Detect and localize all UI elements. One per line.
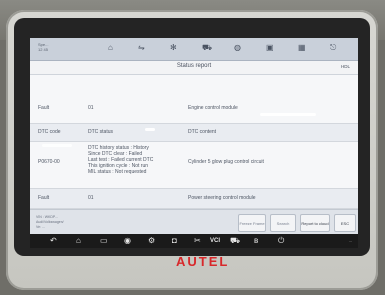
print-icon[interactable]: ▣ — [266, 43, 274, 53]
row-description: Power steering control module — [188, 195, 256, 201]
home-icon[interactable]: ⌂ — [76, 236, 81, 246]
bluetooth-icon: ʙ — [254, 236, 259, 245]
vci-indicator: VCI — [210, 238, 221, 244]
back-icon[interactable]: ↶ — [50, 236, 57, 246]
page-title: Status report — [176, 63, 212, 69]
row-label: Fault — [38, 105, 50, 111]
report-titlebar: Status report HDL — [30, 61, 358, 75]
search-button[interactable]: Search — [270, 214, 296, 232]
row-value: 01 — [88, 195, 94, 201]
home-icon[interactable]: ⌂ — [108, 43, 113, 53]
screenshot-icon[interactable]: ✂ — [194, 236, 201, 246]
exit-icon[interactable]: ⎋ — [330, 43, 336, 53]
vehicle-info-line: Audi/Volkswagen/ — [36, 220, 64, 224]
app-screen: Spe... 12 45 ⌂ ⇋ ✻ ⛟ ◍ ▣ ▦ ⎋ Status repo… — [30, 38, 358, 234]
screen-glare — [260, 113, 316, 116]
row-value: 01 — [88, 105, 94, 111]
android-nav-bar: ↶ ⌂ ▭ ◉ ⚙ ◘ ✂ VCI ⛟ ʙ ⏻ ... — [30, 234, 358, 248]
column-header: DTC content — [188, 129, 217, 135]
dtc-code: P0670-00 — [38, 159, 60, 165]
zoom-indicator[interactable]: HDL — [341, 64, 350, 69]
car-connection-icon: ⛟ — [230, 236, 241, 245]
screen-glare — [42, 144, 72, 147]
vehicle-info-line: Ve: ... — [36, 225, 45, 229]
dtc-status: DTC history status : History Since DTC c… — [88, 145, 154, 175]
table-header-row: DTC code DTC status DTC content — [30, 124, 358, 142]
table-row: P0670-00 DTC history status : History Si… — [30, 142, 358, 189]
bottom-action-bar: VIN : WKDP... Audi/Volkswagen/ Ve: ... F… — [30, 209, 358, 234]
table-row: Fault 01 Engine control module — [30, 75, 358, 124]
browser-icon[interactable]: ◉ — [124, 236, 131, 246]
esc-button[interactable]: ESC — [334, 214, 356, 232]
freeze-frame-button[interactable]: Freeze Frame — [238, 214, 266, 232]
settings-icon[interactable]: ✻ — [170, 43, 177, 53]
top-toolbar: Spe... 12 45 ⌂ ⇋ ✻ ⛟ ◍ ▣ ▦ ⎋ — [30, 38, 358, 61]
report-to-cloud-button[interactable]: Report to cloud — [300, 214, 330, 232]
help-icon[interactable]: ▦ — [298, 43, 306, 53]
column-header: DTC status — [88, 129, 114, 135]
autel-logo: AUTEL — [176, 254, 230, 269]
recent-apps-icon[interactable]: ▭ — [100, 236, 108, 246]
globe-icon[interactable]: ◍ — [234, 43, 241, 53]
screen-glare — [145, 128, 155, 131]
car-icon[interactable]: ⛟ — [202, 43, 212, 53]
table-row: Fault 01 Power steering control module — [30, 189, 358, 209]
vehicle-info-line: VIN : WKDP... — [36, 215, 58, 219]
dtc-content: Cylinder 5 glow plug control circuit — [188, 159, 264, 165]
settings-icon[interactable]: ⚙ — [148, 236, 155, 246]
toolbar-vehicle-label: Spe... 12 45 — [38, 42, 49, 52]
column-header: DTC code — [38, 129, 61, 135]
row-description: Engine control module — [188, 105, 238, 111]
vehicle-swap-icon[interactable]: ⇋ — [138, 43, 145, 53]
power-icon[interactable]: ⏻ — [278, 236, 284, 246]
status-clock: ... — [348, 238, 352, 243]
camera-icon[interactable]: ◘ — [172, 236, 177, 246]
row-label: Fault — [38, 195, 50, 201]
